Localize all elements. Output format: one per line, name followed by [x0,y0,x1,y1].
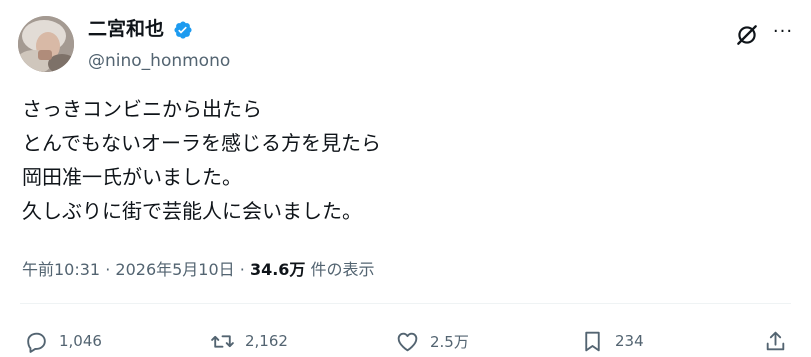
tweet-date[interactable]: 2026年5月10日 [115,260,234,279]
meta-separator: · [105,260,111,279]
tweet-line: とんでもないオーラを感じる方を見たら [22,131,381,155]
tweet-time[interactable]: 午前10:31 [22,260,100,279]
divider [20,303,791,304]
tweet-card: 二宮和也 @nino_honmono ··· さっきコンビニから出たら とんでも… [0,0,811,357]
more-options-icon[interactable]: ··· [770,22,796,48]
bookmark-button[interactable]: 234 [580,327,644,355]
bookmark-icon [585,331,600,351]
reply-icon [27,332,46,353]
handle[interactable]: @nino_honmono [88,50,230,72]
repost-count: 2,162 [245,332,288,350]
tweet-line: 岡田准一氏がいました。 [22,165,242,189]
tweet-line: 久しぶりに街で芸能人に会いました。 [22,199,362,223]
share-button[interactable] [763,327,788,355]
like-count: 2.5万 [430,332,469,351]
reply-count: 1,046 [59,332,102,350]
reply-button[interactable]: 1,046 [24,327,102,355]
heart-icon [397,332,418,351]
display-name[interactable]: 二宮和也 [88,17,164,41]
repost-button[interactable]: 2,162 [210,327,288,355]
verified-badge-icon [174,21,192,39]
avatar[interactable] [18,16,74,72]
like-button[interactable]: 2.5万 [395,327,469,355]
tweet-line: さっきコンビニから出たら [22,97,262,121]
meta-separator: · [239,260,245,279]
views-count[interactable]: 34.6万 [250,260,305,279]
grok-icon[interactable] [734,22,760,48]
bookmark-count: 234 [615,332,644,350]
tweet-meta: 午前10:31 · 2026年5月10日 · 34.6万 件の表示 [22,259,375,281]
share-icon [766,331,785,350]
tweet-text: さっきコンビニから出たら とんでもないオーラを感じる方を見たら 岡田准一氏がいま… [22,92,782,228]
repost-icon [211,334,234,348]
views-label[interactable]: 件の表示 [311,260,375,279]
